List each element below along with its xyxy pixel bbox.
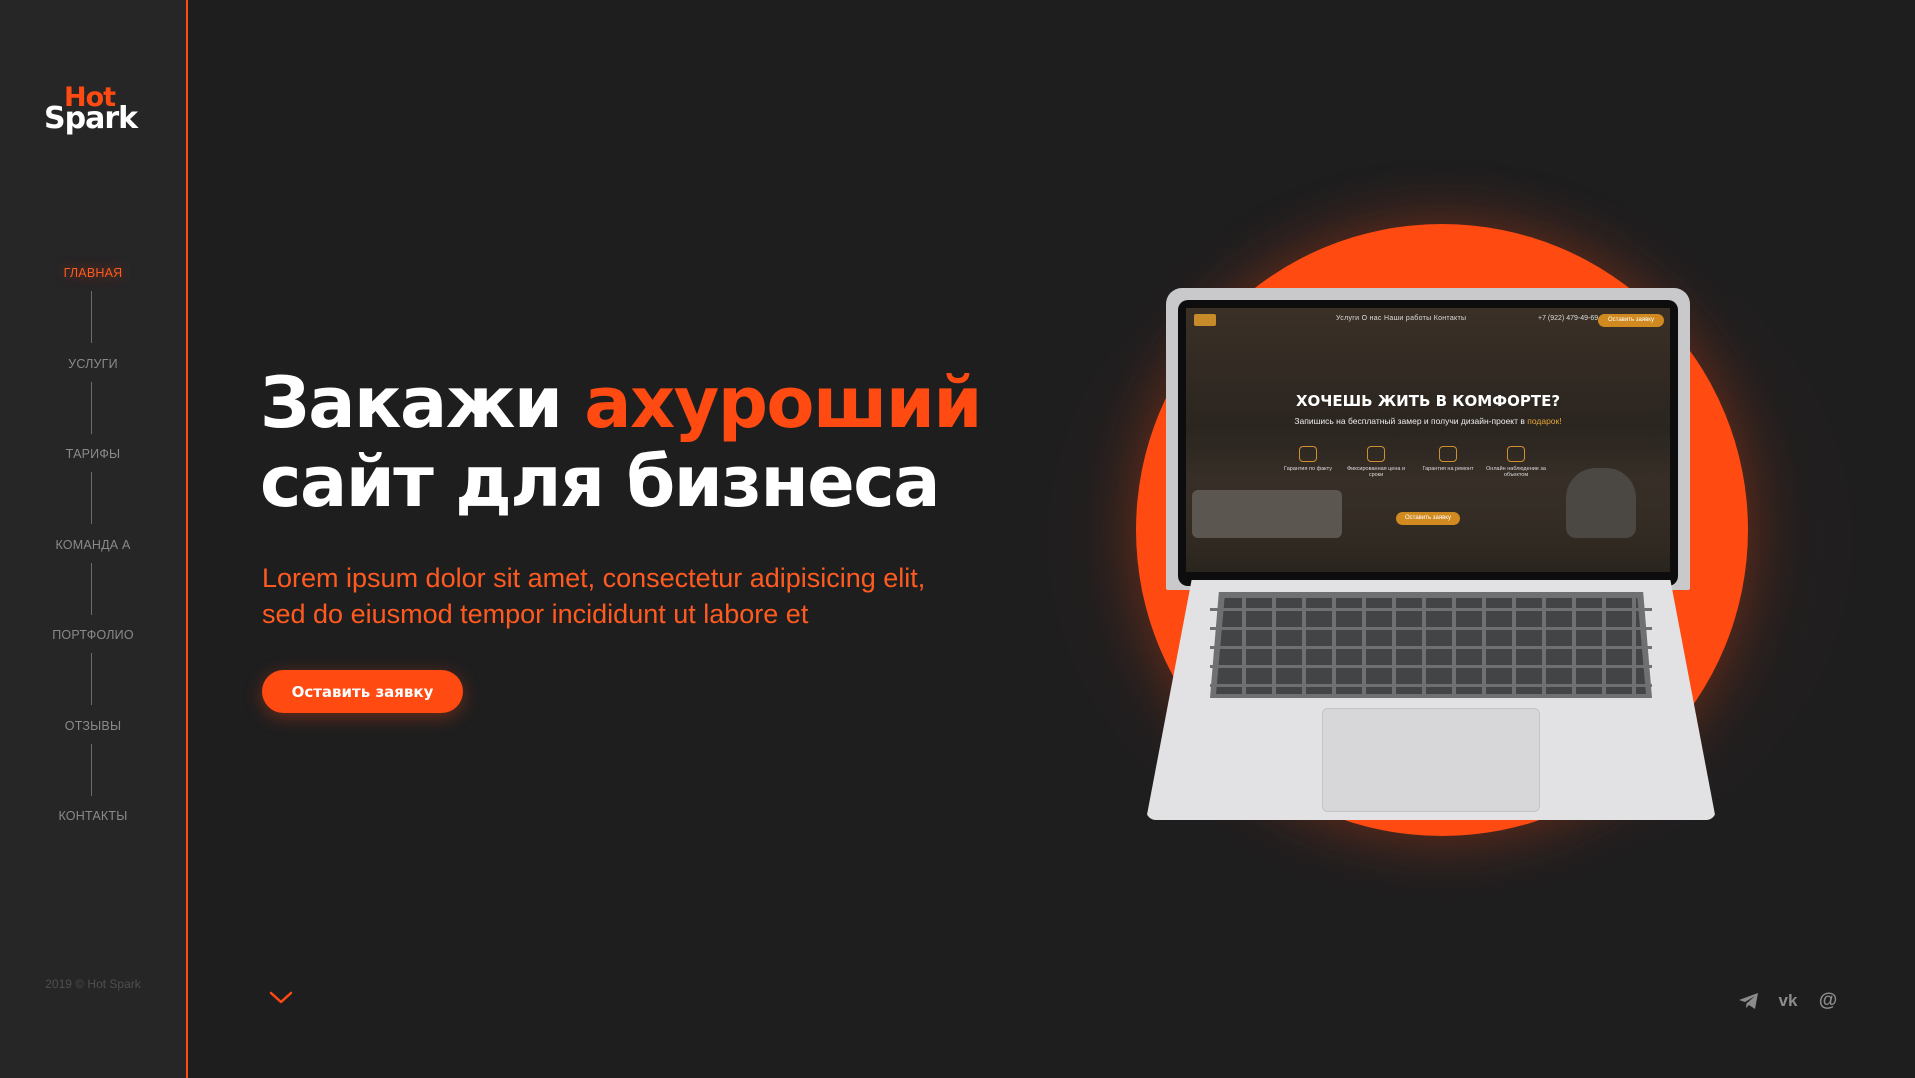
nav-item-label: КОНТАКТЫ: [58, 809, 128, 823]
feature-icon: [1299, 446, 1317, 462]
nav-divider: [91, 291, 92, 343]
nav-item-reviews[interactable]: ОТЗЫВЫ: [0, 716, 186, 807]
laptop-screen: Услуги О нас Наши работы Контакты +7 (92…: [1178, 300, 1678, 586]
mockup-logo: [1194, 314, 1216, 326]
mockup-header: Услуги О нас Наши работы Контакты +7 (92…: [1186, 308, 1670, 332]
mockup-subtitle-plain: Запишись на бесплатный замер и получи ди…: [1294, 416, 1528, 426]
hero-title: Закажи ахуроший сайт для бизнеса: [260, 362, 982, 523]
mockup-feature-label: Фиксированная цена и сроки: [1346, 466, 1406, 478]
nav-item-label: ГЛАВНАЯ: [63, 266, 123, 280]
nav-divider: [91, 562, 92, 615]
mockup-subtitle: Запишись на бесплатный замер и получи ди…: [1186, 416, 1670, 426]
mockup-website: Услуги О нас Наши работы Контакты +7 (92…: [1186, 308, 1670, 572]
logo-spark: Spark: [44, 101, 138, 136]
mockup-feature: Онлайн наблюдение за объектом: [1486, 446, 1546, 478]
nav-item-label: УСЛУГИ: [68, 356, 118, 371]
hero-title-plain: Закажи: [260, 362, 585, 444]
nav-divider: [91, 472, 92, 524]
nav-item-label: ТАРИФЫ: [65, 447, 121, 461]
nav-item-label: ОТЗЫВЫ: [64, 718, 122, 733]
mockup-title: ХОЧЕШЬ ЖИТЬ В КОМФОРТЕ?: [1295, 392, 1561, 410]
sidebar: Hot Spark ГЛАВНАЯ УСЛУГИ ТАРИФЫ КОМАНДА …: [0, 0, 188, 1078]
mockup-subtitle-accent: подарок!: [1527, 416, 1562, 426]
nav-item-label: КОМАНДА А: [55, 537, 131, 552]
mockup-sofa: [1192, 490, 1342, 538]
chevron-down-icon[interactable]: [268, 990, 294, 1006]
logo[interactable]: Hot Spark: [44, 84, 140, 136]
hero-title-accent: ахуроший: [584, 362, 982, 444]
mockup-feature: Гарантия по факту: [1278, 446, 1338, 472]
laptop-trackpad: [1322, 708, 1540, 812]
nav-divider: [91, 653, 92, 705]
nav-item-services[interactable]: УСЛУГИ: [0, 354, 186, 445]
vk-icon[interactable]: vk: [1776, 990, 1800, 1012]
side-nav: ГЛАВНАЯ УСЛУГИ ТАРИФЫ КОМАНДА А ПОРТФОЛИ…: [0, 263, 186, 897]
mockup-feature: Гарантия на ремонт: [1418, 446, 1478, 472]
nav-item-portfolio[interactable]: ПОРТФОЛИО: [0, 625, 186, 716]
telegram-icon[interactable]: [1737, 990, 1761, 1012]
nav-item-contacts[interactable]: КОНТАКТЫ: [0, 806, 186, 897]
feature-icon: [1439, 446, 1457, 462]
nav-item-team[interactable]: КОМАНДА А: [0, 535, 186, 626]
mockup-feature-label: Гарантия на ремонт: [1422, 466, 1474, 472]
hero-subtitle-line1: Lorem ipsum dolor sit amet, consectetur …: [262, 563, 926, 593]
feature-icon: [1507, 446, 1525, 462]
nav-divider: [91, 381, 92, 434]
mockup-header-button: Оставить заявку: [1598, 314, 1664, 327]
mockup-feature: Фиксированная цена и сроки: [1346, 446, 1406, 478]
hero-subtitle-line2: sed do eiusmod tempor incididunt ut labo…: [262, 599, 809, 629]
copyright: 2019 © Hot Spark: [45, 977, 141, 991]
request-button[interactable]: Оставить заявку: [262, 670, 463, 713]
feature-icon: [1367, 446, 1385, 462]
mockup-cta: Оставить заявку: [1396, 512, 1460, 525]
laptop-lid: Услуги О нас Наши работы Контакты +7 (92…: [1166, 288, 1690, 590]
laptop-key-rows: [1210, 592, 1652, 698]
nav-item-pricing[interactable]: ТАРИФЫ: [0, 444, 186, 535]
hero-title-line2: сайт для бизнеса: [260, 441, 941, 523]
mockup-nav: Услуги О нас Наши работы Контакты: [1336, 315, 1467, 322]
laptop-mockup: Услуги О нас Наши работы Контакты +7 (92…: [1146, 288, 1716, 820]
mockup-feature-label: Гарантия по факту: [1284, 466, 1332, 472]
mockup-chair: [1566, 468, 1636, 538]
nav-divider: [91, 743, 92, 796]
mockup-feature-label: Онлайн наблюдение за объектом: [1486, 466, 1546, 478]
nav-item-label: ПОРТФОЛИО: [52, 628, 134, 642]
mockup-phone: +7 (922) 479-49-69: [1538, 315, 1599, 322]
nav-item-home[interactable]: ГЛАВНАЯ: [0, 263, 186, 354]
hero-subtitle: Lorem ipsum dolor sit amet, consectetur …: [262, 560, 1042, 632]
email-icon[interactable]: @: [1816, 990, 1840, 1012]
